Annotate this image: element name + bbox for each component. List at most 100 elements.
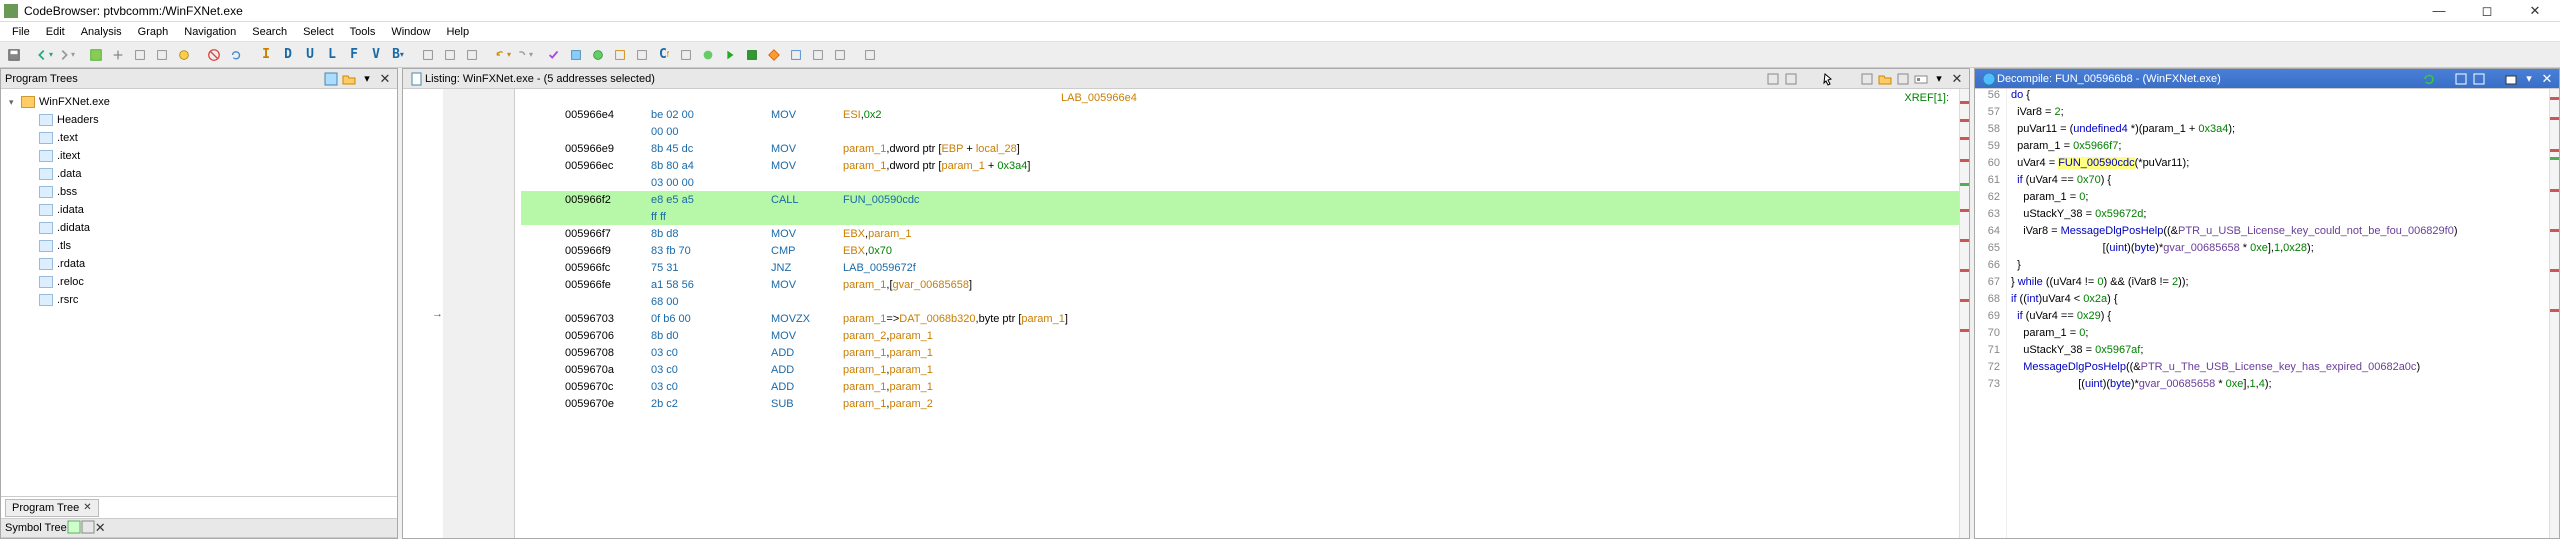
- menu-edit[interactable]: Edit: [38, 26, 73, 38]
- decomp-line[interactable]: [(uint)(byte)*gvar_00685658 * 0xe],1,0x2…: [2011, 242, 2549, 259]
- decomp-line[interactable]: do {: [2011, 89, 2549, 106]
- decompile-overview-bar[interactable]: [2549, 89, 2559, 538]
- listing-row[interactable]: ff ff: [521, 208, 1959, 225]
- decomp-line[interactable]: uStackY_38 = 0x5967af;: [2011, 344, 2549, 361]
- tool-icon-2[interactable]: [108, 45, 128, 65]
- listing-row[interactable]: 03 00 00: [521, 174, 1959, 191]
- tree-node[interactable]: .data: [5, 165, 393, 183]
- listing-row[interactable]: 005966fea1 58 56MOVparam_1,[gvar_0068565…: [521, 276, 1959, 293]
- listing-row[interactable]: 005966f2e8 e5 a5CALLFUN_00590cdc: [521, 191, 1959, 208]
- tree-root[interactable]: ▾WinFXNet.exe: [5, 93, 393, 111]
- tab-close-icon[interactable]: ✕: [83, 502, 91, 513]
- decomp-line[interactable]: if ((int)uVar4 < 0x2a) {: [2011, 293, 2549, 310]
- menu-tools[interactable]: Tools: [342, 26, 384, 38]
- close-button[interactable]: ✕: [2520, 3, 2550, 19]
- decomp-line[interactable]: iVar8 = MessageDlgPosHelp((&PTR_u_USB_Li…: [2011, 225, 2549, 242]
- toolE4[interactable]: [632, 45, 652, 65]
- maximize-button[interactable]: ◻: [2472, 3, 2502, 19]
- listing-row[interactable]: 005967068b d0MOVparam_2,param_1: [521, 327, 1959, 344]
- tree-node[interactable]: .text: [5, 129, 393, 147]
- undo-icon[interactable]: ▾: [492, 45, 512, 65]
- dh-refresh-icon[interactable]: [2421, 71, 2437, 87]
- decomp-line[interactable]: param_1 = 0;: [2011, 191, 2549, 208]
- decomp-line[interactable]: if (uVar4 == 0x29) {: [2011, 310, 2549, 327]
- listing-row[interactable]: 0059670803 c0ADDparam_1,param_1: [521, 344, 1959, 361]
- listing-row[interactable]: 005967030f b6 00MOVZXparam_1=>DAT_0068b3…: [521, 310, 1959, 327]
- pt-menu-icon[interactable]: ▾: [359, 71, 375, 87]
- lh-icon-2[interactable]: [1783, 71, 1799, 87]
- pt-icon-1[interactable]: [323, 71, 339, 87]
- listing-row[interactable]: 005966e4be 02 00MOVESI,0x2: [521, 106, 1959, 123]
- dh-icon-2[interactable]: [2471, 71, 2487, 87]
- program-tree-tab[interactable]: Program Tree✕: [5, 499, 99, 517]
- toolE8[interactable]: [742, 45, 762, 65]
- listing-row[interactable]: 005966ec8b 80 a4MOVparam_1,dword ptr [pa…: [521, 157, 1959, 174]
- decomp-line[interactable]: param_1 = 0x5966f7;: [2011, 140, 2549, 157]
- menu-graph[interactable]: Graph: [130, 26, 177, 38]
- decomp-line[interactable]: puVar11 = (undefined4 *)(param_1 + 0x3a4…: [2011, 123, 2549, 140]
- menu-analysis[interactable]: Analysis: [73, 26, 130, 38]
- listing-row[interactable]: 005966f983 fb 70CMPEBX,0x70: [521, 242, 1959, 259]
- toolE5[interactable]: Cf: [654, 45, 674, 65]
- decomp-line[interactable]: iVar8 = 2;: [2011, 106, 2549, 123]
- menu-window[interactable]: Window: [383, 26, 438, 38]
- toolE3[interactable]: [610, 45, 630, 65]
- tree-node[interactable]: .bss: [5, 183, 393, 201]
- check-icon[interactable]: [544, 45, 564, 65]
- tb-D[interactable]: D: [278, 45, 298, 65]
- tree-node[interactable]: .itext: [5, 147, 393, 165]
- redo-icon[interactable]: ▾: [514, 45, 534, 65]
- menu-select[interactable]: Select: [295, 26, 342, 38]
- lh-menu-icon[interactable]: ▾: [1931, 71, 1947, 87]
- toolE7[interactable]: [698, 45, 718, 65]
- listing-row[interactable]: 005966e98b 45 dcMOVparam_1,dword ptr [EB…: [521, 140, 1959, 157]
- tree-node[interactable]: Headers: [5, 111, 393, 129]
- decomp-line[interactable]: param_1 = 0;: [2011, 327, 2549, 344]
- decomp-line[interactable]: if (uVar4 == 0x70) {: [2011, 174, 2549, 191]
- tree-node[interactable]: .rsrc: [5, 291, 393, 309]
- tree-node[interactable]: .reloc: [5, 273, 393, 291]
- menu-help[interactable]: Help: [438, 26, 477, 38]
- listing-row[interactable]: 005966f78b d8MOVEBX,param_1: [521, 225, 1959, 242]
- stop-icon[interactable]: [204, 45, 224, 65]
- minimize-button[interactable]: —: [2424, 3, 2454, 19]
- tool-icon-3[interactable]: [130, 45, 150, 65]
- lh-icon-3[interactable]: [1859, 71, 1875, 87]
- dh-icon-1[interactable]: [2453, 71, 2469, 87]
- tool-icon-4[interactable]: [152, 45, 172, 65]
- refresh-icon[interactable]: [226, 45, 246, 65]
- toolE6[interactable]: [676, 45, 696, 65]
- lh-cursor-icon[interactable]: [1821, 71, 1837, 87]
- toolE1[interactable]: [566, 45, 586, 65]
- tree-node[interactable]: .idata: [5, 201, 393, 219]
- tb-U[interactable]: U: [300, 45, 320, 65]
- tool-icon-b[interactable]: [440, 45, 460, 65]
- listing-row[interactable]: 0059670a03 c0ADDparam_1,param_1: [521, 361, 1959, 378]
- decomp-line[interactable]: uStackY_38 = 0x59672d;: [2011, 208, 2549, 225]
- decomp-line[interactable]: }: [2011, 259, 2549, 276]
- menu-file[interactable]: File: [4, 26, 38, 38]
- decomp-line[interactable]: MessageDlgPosHelp((&PTR_u_The_USB_Licens…: [2011, 361, 2549, 378]
- tool-icon-c[interactable]: [462, 45, 482, 65]
- pt-open-icon[interactable]: [341, 71, 357, 87]
- tb-L[interactable]: L: [322, 45, 342, 65]
- forward-icon[interactable]: ▾: [56, 45, 76, 65]
- save-icon[interactable]: [4, 45, 24, 65]
- pt-close-icon[interactable]: ✕: [377, 71, 393, 87]
- toolE9[interactable]: [764, 45, 784, 65]
- st-icon-2[interactable]: [81, 520, 95, 537]
- lh-icon-6[interactable]: [1913, 71, 1929, 87]
- lh-icon-1[interactable]: [1765, 71, 1781, 87]
- tree-node[interactable]: .tls: [5, 237, 393, 255]
- toolE2[interactable]: [588, 45, 608, 65]
- decomp-line[interactable]: uVar4 = FUN_00590cdc(*puVar11);: [2011, 157, 2549, 174]
- listing-row[interactable]: 00 00: [521, 123, 1959, 140]
- script-icon[interactable]: [860, 45, 880, 65]
- decomp-line[interactable]: } while ((uVar4 != 0) && (iVar8 != 2));: [2011, 276, 2549, 293]
- tree-node[interactable]: .didata: [5, 219, 393, 237]
- listing-row[interactable]: 68 00: [521, 293, 1959, 310]
- toolE10[interactable]: [786, 45, 806, 65]
- tool-icon-5[interactable]: [174, 45, 194, 65]
- listing-row[interactable]: 0059670c03 c0ADDparam_1,param_1: [521, 378, 1959, 395]
- tb-V[interactable]: V: [366, 45, 386, 65]
